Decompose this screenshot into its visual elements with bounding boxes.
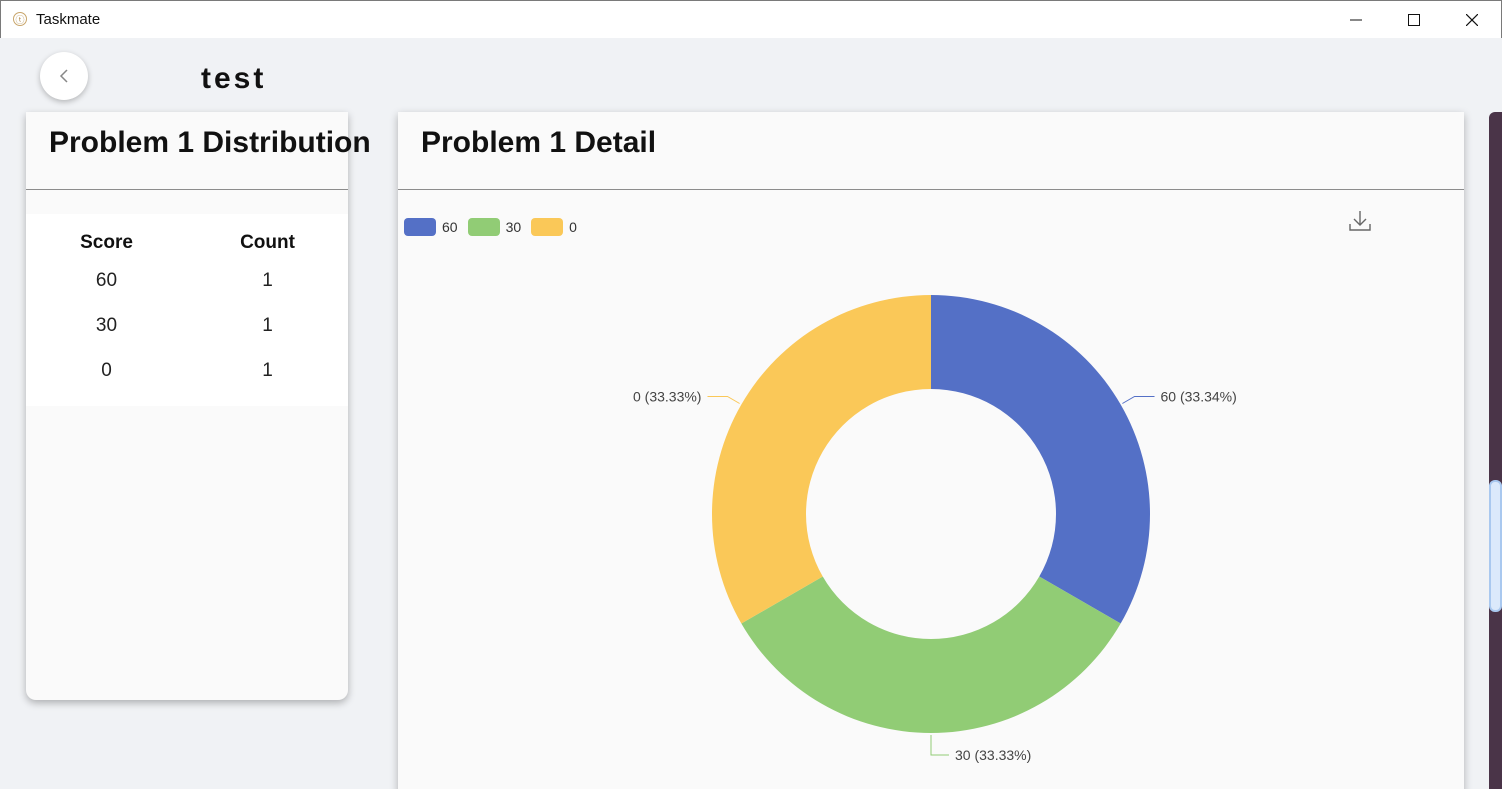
scrollbar-track[interactable] — [1489, 112, 1502, 789]
slice-label: 0 (33.33%) — [633, 389, 701, 405]
close-button[interactable] — [1443, 1, 1501, 39]
score-cell: 0 — [101, 359, 112, 381]
table-row: 0 1 — [26, 348, 348, 393]
distribution-title: Problem 1 Distribution — [49, 126, 371, 159]
maximize-icon — [1408, 14, 1420, 26]
label-leader-line — [1122, 396, 1155, 404]
detail-title: Problem 1 Detail — [421, 126, 657, 159]
minimize-button[interactable] — [1327, 1, 1385, 39]
label-leader-line — [930, 735, 949, 756]
count-cell: 1 — [262, 269, 273, 291]
label-leader-line — [707, 396, 740, 404]
table-row: 30 1 — [26, 303, 348, 348]
back-button[interactable] — [40, 52, 88, 100]
scrollbar-thumb[interactable] — [1489, 480, 1502, 612]
detail-card: Problem 1 Detail 60 30 0 60 (33.34%) 30 (… — [398, 112, 1464, 789]
distribution-card: Problem 1 Distribution Score Count 60 1 … — [26, 112, 371, 700]
score-cell: 30 — [95, 314, 118, 336]
window-titlebar: ⓣ Taskmate — [0, 0, 1502, 38]
minimize-icon — [1350, 19, 1362, 21]
donut-slice-30[interactable] — [741, 576, 1121, 734]
close-icon — [1466, 14, 1478, 26]
count-cell: 1 — [262, 314, 273, 336]
column-header-score: Score — [80, 232, 133, 253]
score-cell: 60 — [95, 269, 118, 291]
app-logo-icon: ⓣ — [13, 12, 27, 26]
maximize-button[interactable] — [1385, 1, 1443, 39]
count-cell: 1 — [262, 359, 273, 381]
distribution-table: Score Count 60 1 30 1 0 1 — [26, 214, 348, 406]
page-title: test — [201, 62, 267, 95]
donut-slice-0[interactable] — [712, 295, 931, 624]
table-header-row: Score Count — [26, 228, 348, 258]
slice-label: 60 (33.34%) — [1161, 389, 1237, 405]
page-header: test — [0, 38, 1502, 114]
divider — [26, 189, 348, 190]
slice-label: 30 (33.33%) — [955, 747, 1031, 763]
donut-slice-60[interactable] — [931, 295, 1150, 624]
table-row: 60 1 — [26, 258, 348, 303]
donut-chart: 60 (33.34%) 30 (33.33%) 0 (33.33%) — [633, 295, 1237, 763]
chevron-left-icon — [59, 69, 68, 83]
column-header-count: Count — [240, 232, 295, 253]
app-title: Taskmate — [36, 11, 101, 28]
